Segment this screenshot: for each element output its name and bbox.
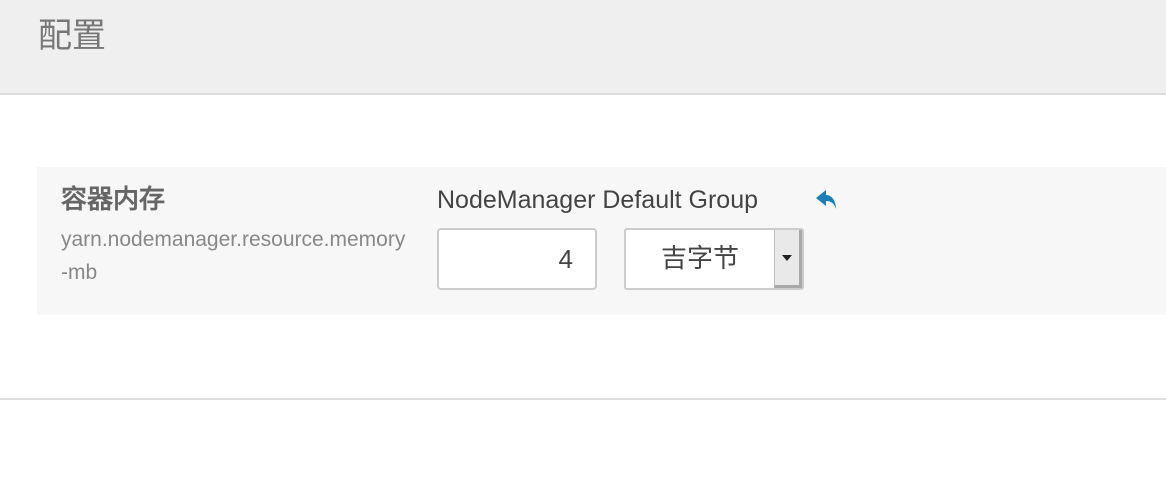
property-key: yarn.nodemanager.resource.memory-mb bbox=[61, 228, 406, 284]
memory-value-input[interactable] bbox=[437, 228, 597, 290]
config-group-label: NodeManager Default Group bbox=[437, 186, 759, 214]
caret-down-icon bbox=[782, 255, 792, 261]
page-title: 配置 bbox=[38, 16, 106, 56]
page-header: 配置 bbox=[0, 0, 1166, 95]
section-divider bbox=[0, 398, 1166, 400]
unit-dropdown-button[interactable] bbox=[774, 230, 802, 288]
unit-select[interactable]: 吉字节 bbox=[624, 228, 804, 290]
unit-select-value: 吉字节 bbox=[660, 244, 739, 274]
undo-icon[interactable] bbox=[814, 188, 840, 212]
property-display-name: 容器内存 bbox=[61, 185, 166, 215]
config-property-row: 容器内存 yarn.nodemanager.resource.memory-mb… bbox=[37, 167, 1166, 315]
